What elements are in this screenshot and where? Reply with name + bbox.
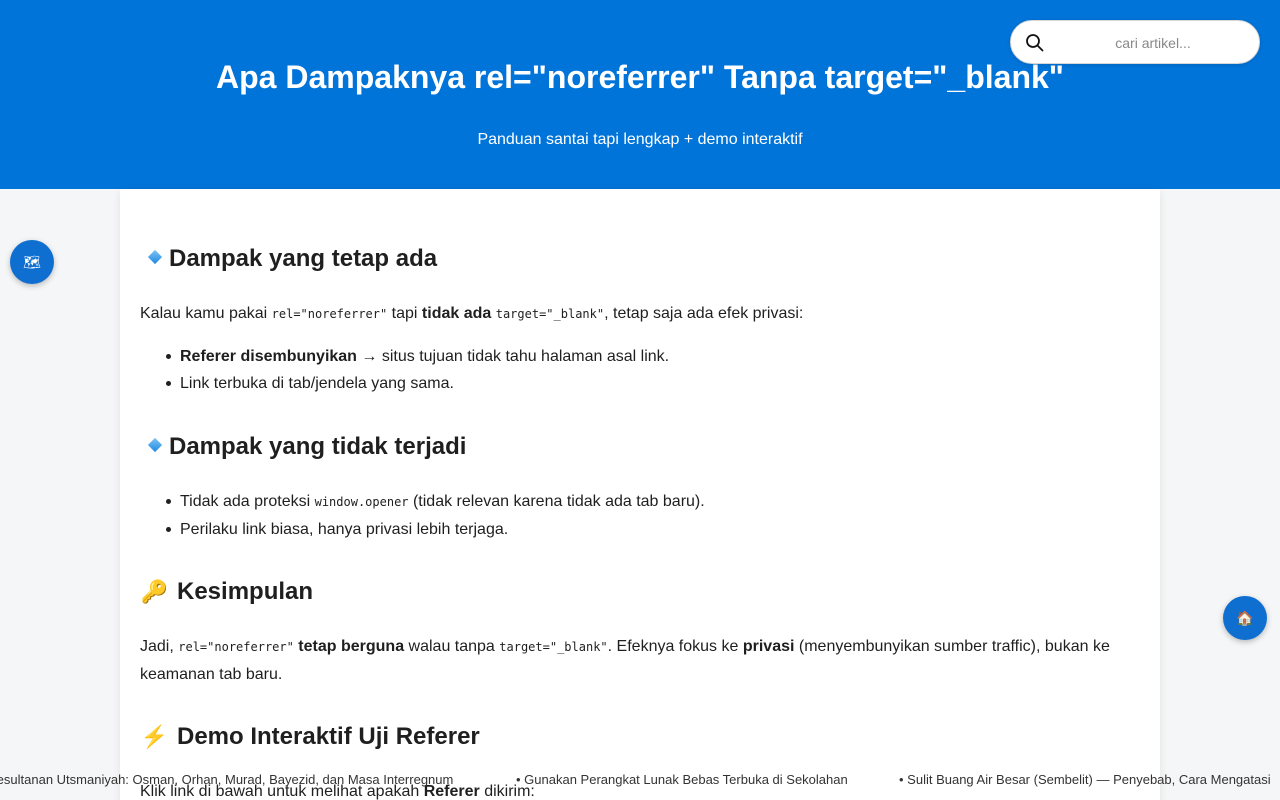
- ticker-link[interactable]: • Sulit Buang Air Besar (Sembelit) — Pen…: [899, 768, 1271, 792]
- bullet-list: Referer disembunyikan → situs tujuan tid…: [166, 343, 1140, 397]
- home-button[interactable]: 🏠: [1223, 596, 1267, 640]
- news-ticker: Kesultanan Utsmaniyah: Osman, Orhan, Mur…: [0, 768, 1280, 792]
- map-icon: 🗺: [23, 253, 41, 270]
- page-subtitle: Panduan santai tapi lengkap + demo inter…: [477, 131, 803, 148]
- ticker-link[interactable]: • Gunakan Perangkat Lunak Bebas Terbuka …: [516, 768, 848, 792]
- list-item: Link terbuka di tab/jendela yang sama.: [166, 370, 1140, 397]
- list-item: Referer disembunyikan → situs tujuan tid…: [166, 343, 1140, 370]
- inline-code: rel="noreferrer": [271, 307, 388, 321]
- section-paragraph: Kalau kamu pakai rel="noreferrer" tapi t…: [140, 305, 804, 322]
- blue-diamond-icon: [147, 249, 163, 264]
- search-input[interactable]: [1055, 29, 1251, 57]
- key-icon: 🔑: [140, 579, 169, 604]
- section-heading-kesimpulan: 🔑 Kesimpulan: [140, 578, 314, 605]
- inline-code: target="_blank": [499, 640, 608, 654]
- section-heading-demo: ⚡ Demo Interaktif Uji Referer: [140, 723, 480, 750]
- map-button[interactable]: 🗺: [10, 240, 54, 284]
- list-item: Tidak ada proteksi window.opener (tidak …: [166, 488, 1140, 516]
- lightning-icon: ⚡: [140, 724, 169, 749]
- home-icon: 🏠: [1236, 609, 1254, 626]
- inline-code: rel="noreferrer": [178, 640, 294, 654]
- search-icon[interactable]: [1025, 33, 1045, 53]
- list-item: Perilaku link biasa, hanya privasi lebih…: [166, 516, 1140, 543]
- section-paragraph: Jadi, rel="noreferrer" tetap berguna wal…: [140, 638, 1110, 683]
- blue-diamond-icon: [147, 437, 163, 452]
- inline-code: target="_blank": [495, 307, 605, 321]
- section-heading-dampak-tidak: Dampak yang tidak terjadi: [140, 432, 466, 462]
- ticker-link[interactable]: Kesultanan Utsmaniyah: Osman, Orhan, Mur…: [0, 768, 453, 792]
- search-box[interactable]: [1010, 20, 1260, 64]
- bullet-list: Tidak ada proteksi window.opener (tidak …: [166, 488, 1140, 543]
- page-title: Apa Dampaknya rel="noreferrer" Tanpa tar…: [216, 59, 1064, 95]
- section-heading-dampak-tetap: Dampak yang tetap ada: [140, 244, 437, 274]
- inline-code: window.opener: [314, 495, 409, 509]
